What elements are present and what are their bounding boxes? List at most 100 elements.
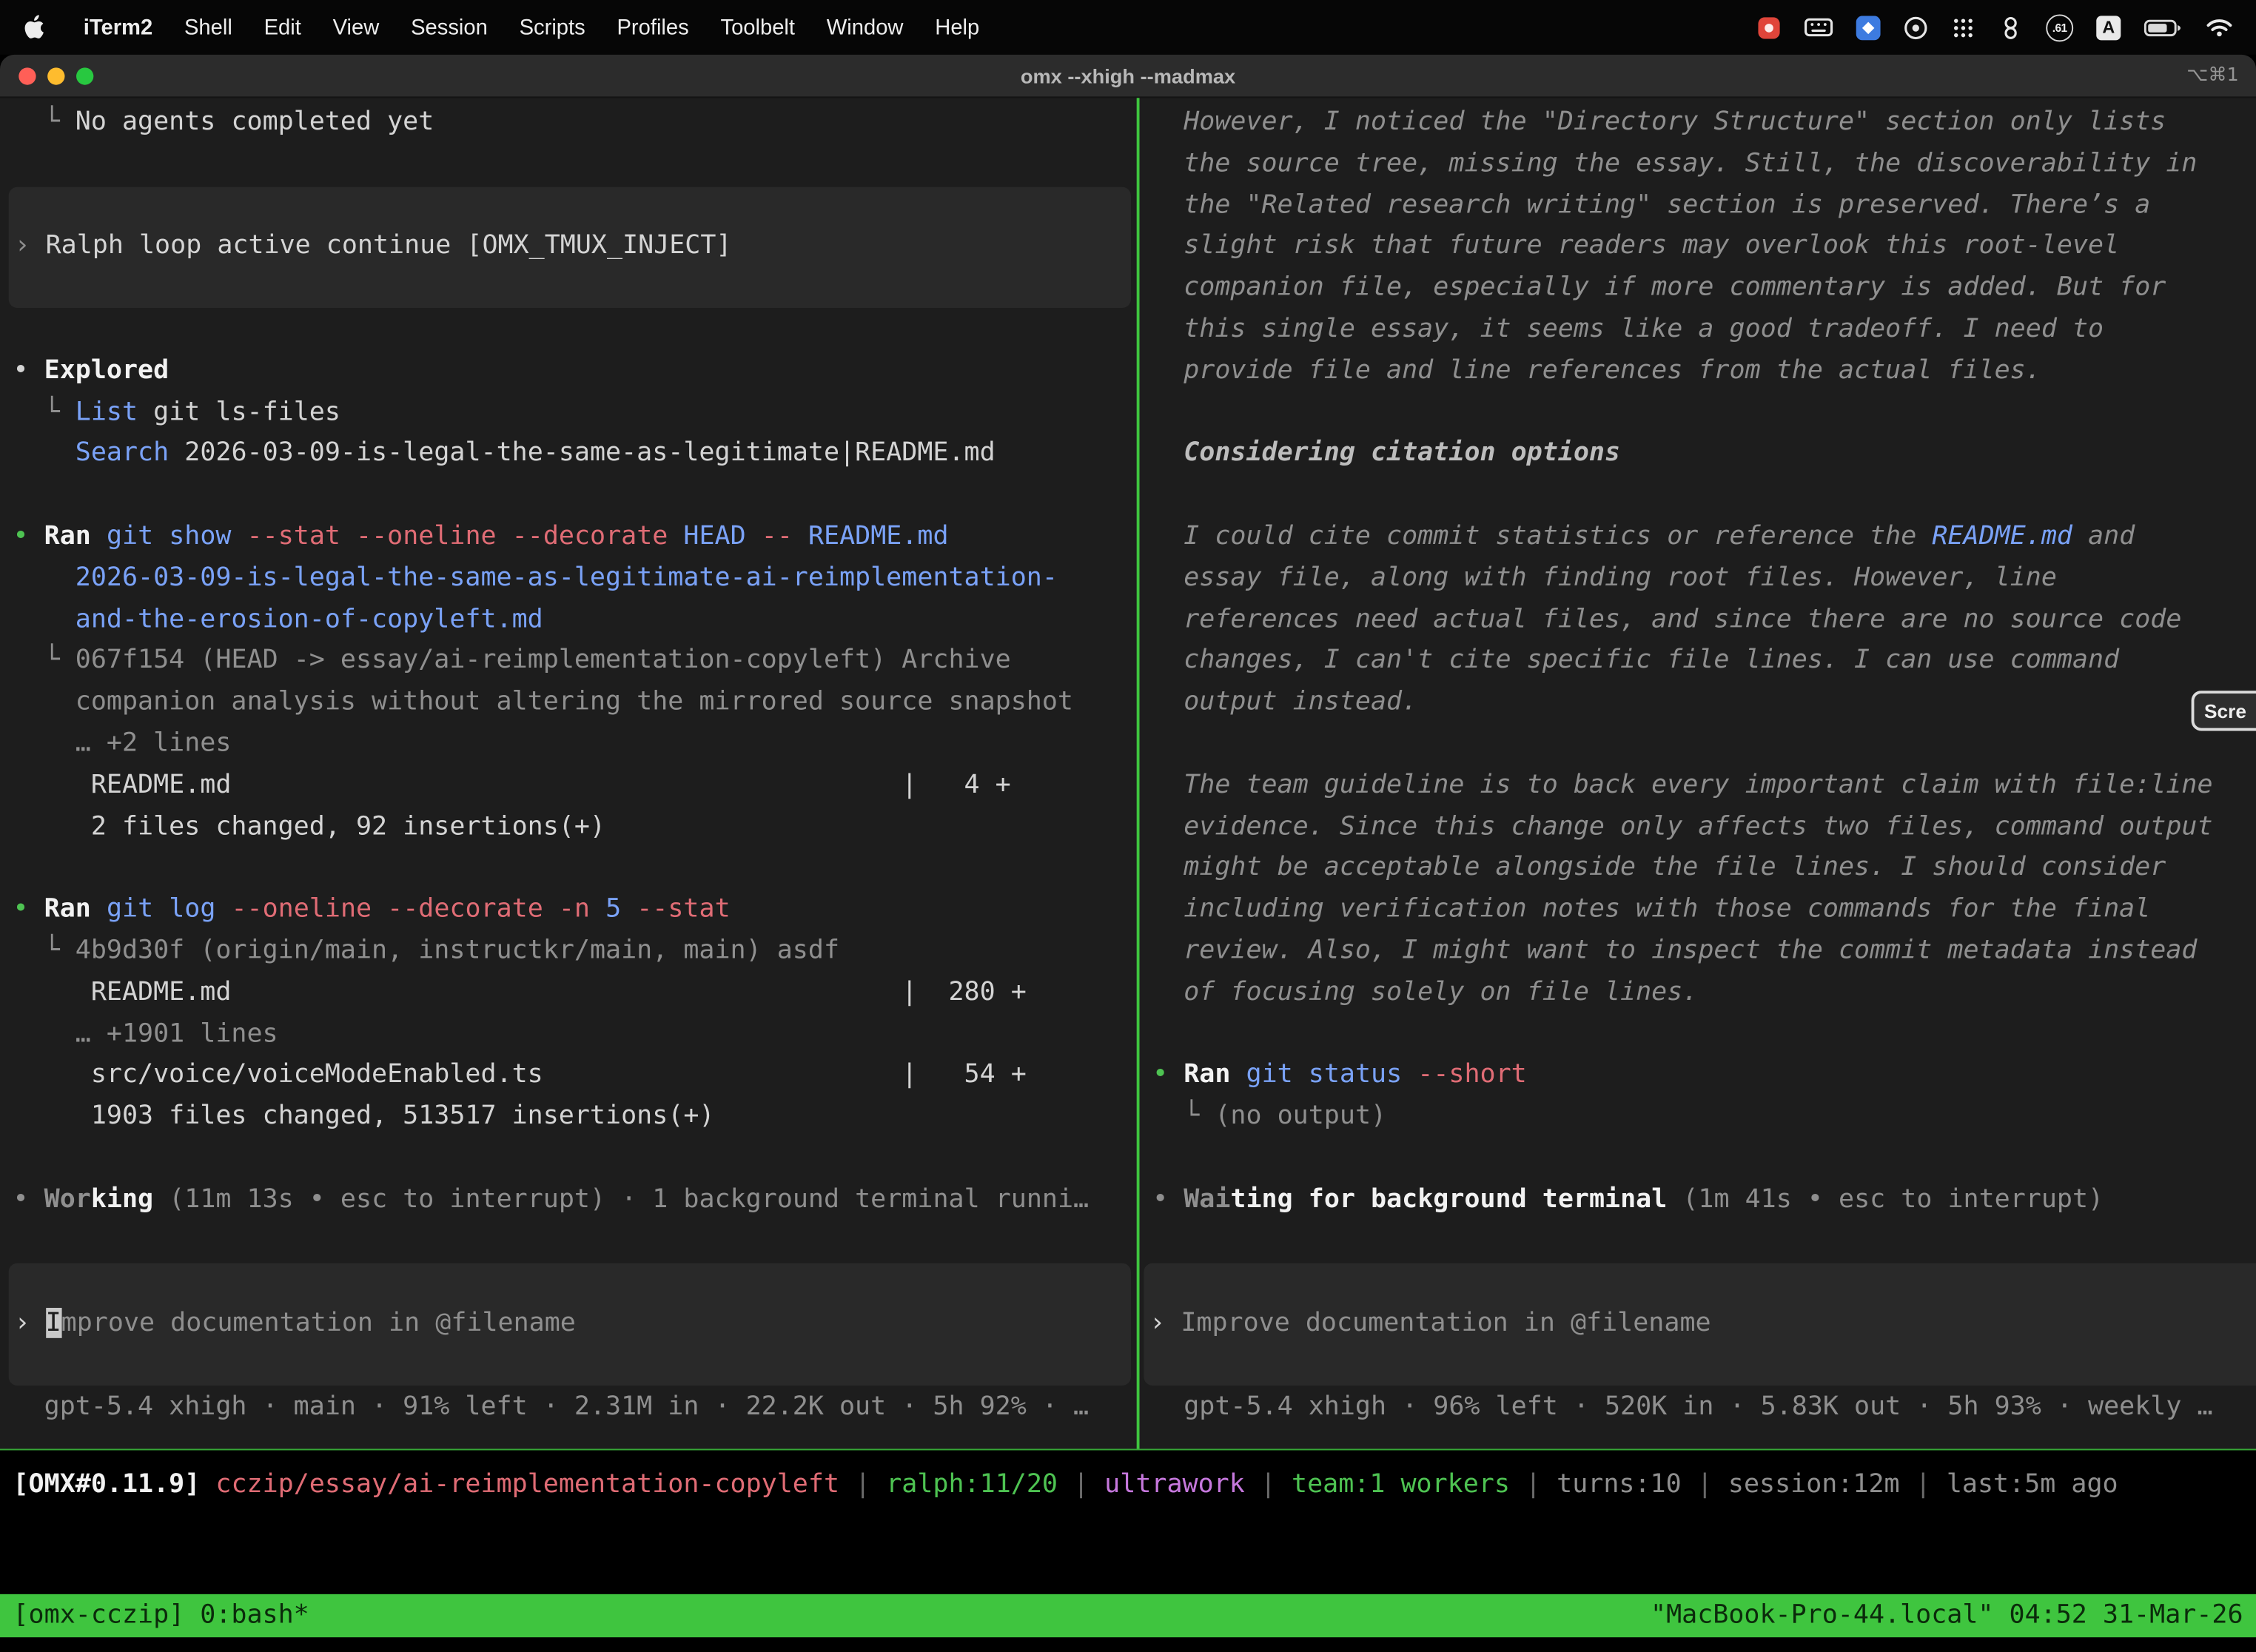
- agents-summary: └ No agents completed yet: [13, 102, 1136, 144]
- menu-item-view[interactable]: View: [317, 15, 395, 39]
- text-segment: changes, I can't cite specific file line…: [1152, 645, 2119, 676]
- menu-item-toolbelt[interactable]: Toolbelt: [705, 15, 810, 39]
- prompt-input[interactable]: › Improve documentation in @filename: [1144, 1263, 2256, 1385]
- text-segment: of focusing solely on file lines.: [1152, 976, 1698, 1007]
- blank-line: [13, 1138, 1136, 1179]
- text-segment: Explored: [44, 355, 169, 386]
- text-segment: --short: [1417, 1059, 1526, 1089]
- wifi-icon[interactable]: [2206, 17, 2233, 37]
- terminal-line: references need actual files, and since …: [1152, 600, 2256, 641]
- apple-logo-icon: [23, 14, 44, 40]
- tmux-pane-left[interactable]: └ No agents completed yet › Ralph loop ac…: [0, 98, 1137, 1448]
- text-segment: 4b9d30f (origin/main, instructkr/main, m…: [75, 935, 839, 965]
- text-segment: Improve documentation in @filename: [1181, 1308, 1711, 1338]
- text-segment: --oneline --decorate: [231, 893, 558, 924]
- text-segment: might be acceptable alongside the file l…: [1152, 852, 2166, 882]
- screen-recording-icon[interactable]: [1757, 15, 1782, 39]
- menu-item-session[interactable]: Session: [395, 15, 504, 39]
- explored-search: Search 2026-03-09-is-legal-the-same-as-l…: [13, 434, 1136, 475]
- text-cursor: I: [46, 1308, 61, 1338]
- text-segment: 1903 files changed, 513517 insertions(+): [13, 1101, 714, 1131]
- text-segment: this single essay, it seems like a good …: [1152, 314, 2104, 344]
- omx-mode: ultrawork: [1104, 1469, 1245, 1500]
- text-segment: └: [13, 645, 75, 676]
- text-segment: 2026-03-09-is-legal-the-same-as-legitima…: [169, 438, 995, 469]
- menu-item-profiles[interactable]: Profiles: [601, 15, 705, 39]
- text-segment: •: [13, 521, 44, 551]
- text-segment: |: [1900, 1469, 1947, 1500]
- text-segment: ›: [14, 1308, 45, 1338]
- waiting-status: • Waiting for background terminal (1m 41…: [1152, 1179, 2256, 1220]
- text-segment: No agents completed yet: [75, 107, 434, 137]
- menu-item-iterm2[interactable]: iTerm2: [67, 15, 168, 39]
- close-button[interactable]: [19, 67, 36, 84]
- text-segment: slight risk that future readers may over…: [1152, 231, 2119, 261]
- circle-app-icon[interactable]: [1904, 15, 1928, 39]
- minimize-button[interactable]: [47, 67, 64, 84]
- terminal-line: 1903 files changed, 513517 insertions(+): [13, 1096, 1136, 1138]
- text-segment: output instead.: [1152, 687, 1417, 717]
- menu-item-edit[interactable]: Edit: [248, 15, 317, 39]
- terminal-line: src/voice/voiceModeEnabled.ts | 54 +: [13, 1055, 1136, 1097]
- menu-item-help[interactable]: Help: [919, 15, 996, 39]
- blank-line: [1152, 724, 2256, 765]
- text-segment: •: [13, 1183, 44, 1214]
- text-segment: •: [1152, 1183, 1184, 1214]
- terminal-line: evidence. Since this change only affects…: [1152, 807, 2256, 848]
- keyboard-viewer-icon[interactable]: [1805, 17, 1833, 37]
- shortcuts-icon[interactable]: [1856, 15, 1881, 39]
- terminal-line: … +1901 lines: [13, 1014, 1136, 1055]
- terminal-line: changes, I can't cite specific file line…: [1152, 641, 2256, 682]
- text-segment: (11m 13s • esc to interrupt) · 1 backgro…: [153, 1183, 1089, 1214]
- apple-menu[interactable]: [23, 14, 44, 40]
- menu-item-window[interactable]: Window: [810, 15, 919, 39]
- text-segment: Wor: [44, 1183, 91, 1214]
- text-segment: Ralph loop active continue [OMX_TMUX_INJ…: [46, 231, 732, 261]
- ralph-loop-banner[interactable]: › Ralph loop active continue [OMX_TMUX_I…: [9, 187, 1131, 308]
- text-segment: README.md | 4 +: [13, 770, 1010, 800]
- text-segment: 067f154 (HEAD -> essay/ai-reimplementati…: [75, 645, 1011, 676]
- terminal-line: … +2 lines: [13, 724, 1136, 765]
- cpu-load-icon[interactable]: .61: [2046, 13, 2073, 41]
- text-segment: Wai: [1184, 1183, 1230, 1214]
- app-grid-icon[interactable]: [1951, 15, 1975, 39]
- zoom-button[interactable]: [76, 67, 93, 84]
- window-titlebar[interactable]: omx --xhigh --madmax ⌥⌘1: [0, 55, 2256, 98]
- ran-git-status: • Ran git status --short: [1152, 1055, 2256, 1097]
- text-segment: essay file, along with finding root file…: [1152, 563, 2057, 593]
- text-segment: gpt-5.4 xhigh · main · 91% left · 2.31M …: [13, 1391, 1089, 1421]
- tmux-session-window: [omx-cczip] 0:bash*: [13, 1594, 309, 1637]
- text-segment: 2 files changed, 92 insertions(+): [13, 810, 605, 841]
- text-segment: git log: [107, 893, 232, 924]
- text-segment: |: [1245, 1469, 1292, 1500]
- screenshot-popup[interactable]: Scre: [2192, 691, 2256, 731]
- text-segment: └: [1152, 1101, 1215, 1131]
- text-segment: and-the-erosion-of-copyleft.md: [13, 604, 543, 634]
- tmux-pane-right[interactable]: However, I noticed the "Directory Struct…: [1140, 98, 2256, 1448]
- input-source-icon[interactable]: A: [2096, 15, 2121, 39]
- text-segment: However, I noticed the "Directory Struct…: [1152, 107, 2166, 137]
- ran-git-log: • Ran git log --oneline --decorate -n 5 …: [13, 890, 1136, 931]
- terminal-line: └ 067f154 (HEAD -> essay/ai-reimplementa…: [13, 641, 1136, 682]
- menu-item-scripts[interactable]: Scripts: [503, 15, 601, 39]
- model-status: gpt-5.4 xhigh · 96% left · 520K in · 5.8…: [1152, 1386, 2256, 1428]
- blank-line: [13, 1220, 1136, 1262]
- terminal-line: README.md | 4 +: [13, 765, 1136, 807]
- omx-status-line: [OMX#0.11.9] cczip/essay/ai-reimplementa…: [0, 1463, 2256, 1505]
- terminal-line: 2026-03-09-is-legal-the-same-as-legitima…: [13, 558, 1136, 600]
- traffic-lights: [0, 67, 93, 84]
- menu-item-shell[interactable]: Shell: [169, 15, 249, 39]
- terminal-line: companion file, especially if more comme…: [1152, 268, 2256, 309]
- text-segment: Search: [75, 438, 169, 469]
- stacks-icon[interactable]: [1998, 15, 2023, 39]
- ran-git-show: • Ran git show --stat --oneline --decora…: [13, 517, 1136, 558]
- text-segment: king: [91, 1183, 153, 1214]
- explored-list: └ List git ls-files: [13, 392, 1136, 434]
- terminal-line: └ (no output): [1152, 1096, 2256, 1138]
- model-status: gpt-5.4 xhigh · main · 91% left · 2.31M …: [13, 1386, 1136, 1428]
- text-segment: mprove documentation in @filename: [61, 1308, 576, 1338]
- omx-last: last:5m ago: [1947, 1469, 2118, 1500]
- text-segment: companion analysis without altering the …: [13, 687, 1073, 717]
- prompt-input[interactable]: › Improve documentation in @filename: [9, 1263, 1131, 1385]
- battery-icon[interactable]: [2143, 18, 2182, 36]
